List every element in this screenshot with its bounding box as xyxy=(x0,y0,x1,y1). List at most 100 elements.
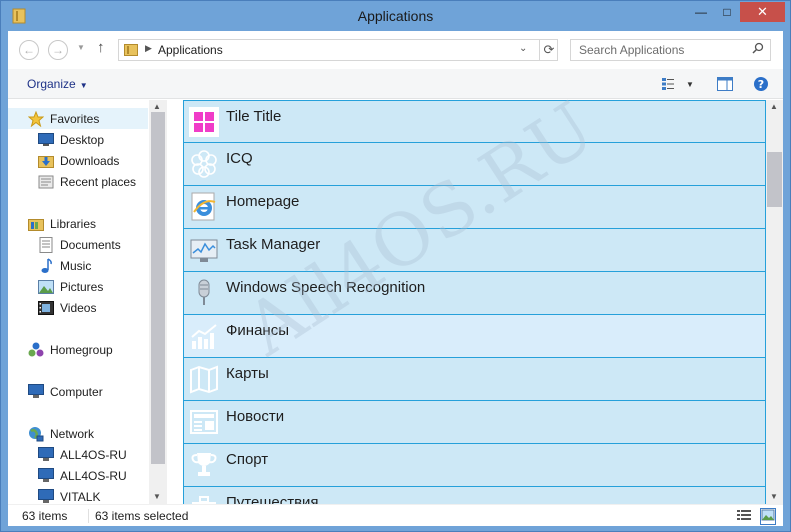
change-view-icon[interactable] xyxy=(660,75,676,93)
nav-documents[interactable]: Documents xyxy=(8,234,148,255)
nav-label: Network xyxy=(50,426,95,441)
recent-locations-dropdown[interactable]: ▼ xyxy=(77,43,85,52)
svg-text:?: ? xyxy=(758,78,764,91)
scroll-up-icon[interactable]: ▲ xyxy=(153,102,161,111)
nav-label: Libraries xyxy=(50,216,97,231)
nav-downloads[interactable]: Downloads xyxy=(8,150,148,171)
list-item[interactable]: Спорт xyxy=(183,444,766,487)
pink-grid-icon xyxy=(189,107,219,137)
organize-label: Organize xyxy=(27,77,76,91)
organize-button[interactable]: Organize ▼ xyxy=(27,77,88,91)
homegroup-icon xyxy=(28,342,44,358)
nav-recent-places[interactable]: Recent places xyxy=(8,171,148,192)
star-icon xyxy=(28,110,44,127)
nav-label: Computer xyxy=(50,384,103,399)
nav-label: Videos xyxy=(60,300,97,315)
item-label: Homepage xyxy=(226,193,300,210)
nav-network-computer[interactable]: ALL4OS-RU xyxy=(8,465,148,486)
item-label: Путешествия xyxy=(226,494,319,504)
command-bar: Organize ▼ ▼ ? xyxy=(8,69,783,99)
content-scrollbar[interactable]: ▲ ▼ xyxy=(766,100,783,504)
nav-network-computer[interactable]: ALL4OS-RU xyxy=(8,444,148,465)
navigation-pane: Favorites Desktop Downloads Recent place… xyxy=(8,100,169,504)
flower-icon xyxy=(189,149,219,179)
up-button[interactable]: ↑ xyxy=(97,39,105,56)
nav-label: Favorites xyxy=(50,111,100,126)
nav-label: VITALK xyxy=(60,489,101,504)
list-item[interactable]: Путешествия xyxy=(183,487,766,504)
title-bar[interactable]: Applications — □ ✕ xyxy=(1,1,790,31)
nav-pane-scrollbar[interactable]: ▲ ▼ xyxy=(149,100,167,504)
chevron-down-icon: ▼ xyxy=(79,81,88,90)
refresh-button[interactable]: ⟳ xyxy=(539,40,558,60)
nav-network[interactable]: Network xyxy=(8,423,148,444)
list-item[interactable]: Task Manager xyxy=(183,229,766,272)
libraries-icon xyxy=(28,216,44,232)
minimize-button[interactable]: — xyxy=(688,2,714,22)
large-icons-view-icon[interactable] xyxy=(760,508,776,525)
item-label: Спорт xyxy=(226,451,269,468)
list-item[interactable]: Новости xyxy=(183,401,766,444)
list-item[interactable]: ICQ xyxy=(183,143,766,186)
address-dropdown-icon[interactable]: ⌄ xyxy=(519,43,527,54)
news-icon xyxy=(189,407,219,437)
list-item[interactable]: Карты xyxy=(183,358,766,401)
chart-icon xyxy=(189,321,219,351)
list-item[interactable]: Tile Title xyxy=(183,100,766,143)
scroll-down-icon[interactable]: ▼ xyxy=(770,492,778,501)
search-input[interactable]: Search Applications xyxy=(570,39,771,61)
nav-label: Homegroup xyxy=(50,342,113,357)
search-icon[interactable] xyxy=(752,42,764,57)
nav-computer[interactable]: Computer xyxy=(8,381,148,402)
monitor-chart-icon xyxy=(189,235,219,265)
nav-label: ALL4OS-RU xyxy=(60,468,127,483)
address-bar[interactable]: ▶ Applications ⌄ ⟳ xyxy=(118,39,558,61)
ie-icon xyxy=(189,192,219,222)
nav-label: Pictures xyxy=(60,279,104,294)
map-icon xyxy=(189,364,219,394)
maximize-button[interactable]: □ xyxy=(714,2,740,22)
preview-pane-icon[interactable] xyxy=(716,75,734,93)
back-button[interactable]: ← xyxy=(19,40,39,60)
computer-icon xyxy=(38,447,54,463)
nav-libraries[interactable]: Libraries xyxy=(8,213,148,234)
item-count: 63 items xyxy=(22,509,68,523)
nav-label: Recent places xyxy=(60,174,137,189)
search-placeholder: Search Applications xyxy=(579,43,685,57)
forward-button[interactable]: → xyxy=(48,40,68,60)
nav-homegroup[interactable]: Homegroup xyxy=(8,339,148,360)
scrollbar-thumb[interactable] xyxy=(151,112,165,464)
nav-label: Documents xyxy=(60,237,121,252)
nav-videos[interactable]: Videos xyxy=(8,297,148,318)
status-bar: 63 items 63 items selected xyxy=(8,504,783,526)
item-label: Tile Title xyxy=(226,108,282,125)
scroll-up-icon[interactable]: ▲ xyxy=(770,102,778,111)
list-item[interactable]: Windows Speech Recognition xyxy=(183,272,766,315)
list-item[interactable]: Финансы xyxy=(183,315,766,358)
path-separator-icon[interactable]: ▶ xyxy=(145,43,152,54)
address-path[interactable]: Applications xyxy=(158,43,223,57)
desktop-icon xyxy=(38,132,54,148)
nav-music[interactable]: Music xyxy=(8,255,148,276)
music-note-icon xyxy=(38,257,54,274)
help-icon[interactable]: ? xyxy=(752,75,770,93)
nav-favorites[interactable]: Favorites xyxy=(8,108,148,129)
folder-icon xyxy=(124,43,138,56)
nav-pictures[interactable]: Pictures xyxy=(8,276,148,297)
list-item[interactable]: Homepage xyxy=(183,186,766,229)
nav-label: Downloads xyxy=(60,153,120,168)
details-view-icon[interactable] xyxy=(737,509,751,524)
explorer-window: Applications — □ ✕ ← → ▼ ↑ ▶ Application… xyxy=(0,0,791,532)
item-label: Task Manager xyxy=(226,236,321,253)
nav-desktop[interactable]: Desktop xyxy=(8,129,148,150)
close-button[interactable]: ✕ xyxy=(740,2,785,22)
computer-icon xyxy=(38,489,54,505)
view-options-dropdown-icon[interactable]: ▼ xyxy=(684,75,696,93)
scroll-down-icon[interactable]: ▼ xyxy=(153,492,161,501)
navigation-row: ← → ▼ ↑ ▶ Applications ⌄ ⟳ Search Applic… xyxy=(8,31,783,69)
window-title: Applications xyxy=(357,8,434,24)
scrollbar-thumb[interactable] xyxy=(767,152,782,207)
nav-network-computer[interactable]: VITALK xyxy=(8,486,148,504)
item-label: Карты xyxy=(226,365,269,382)
file-list: Tile Title ICQ Homepage Task Manager Win… xyxy=(169,100,766,504)
